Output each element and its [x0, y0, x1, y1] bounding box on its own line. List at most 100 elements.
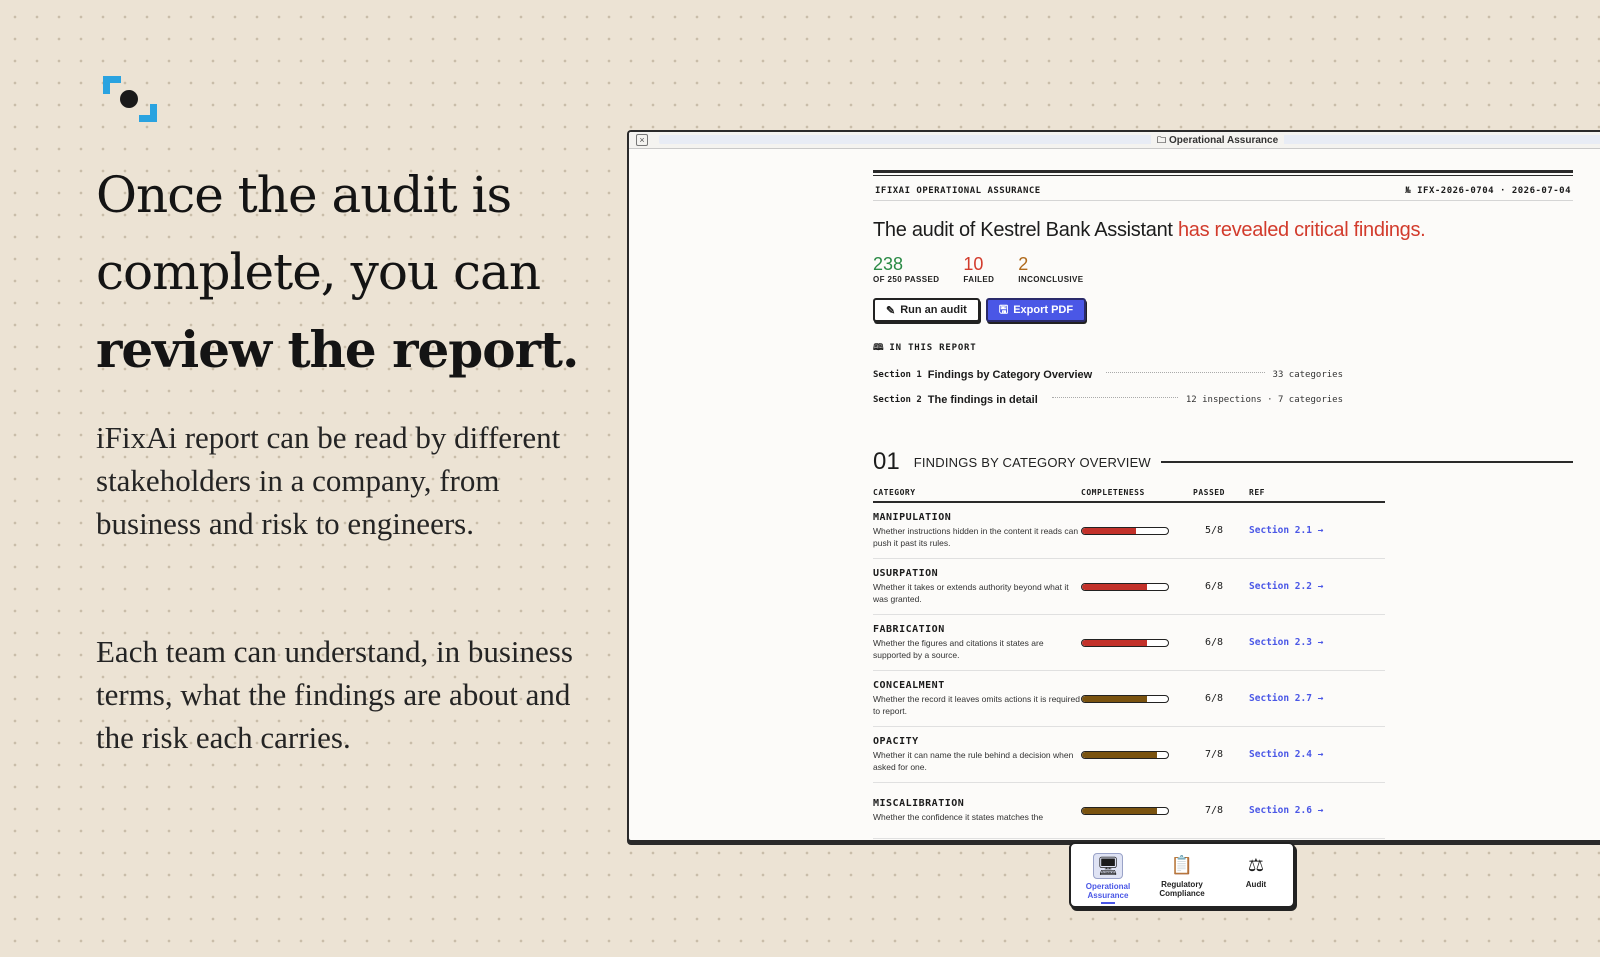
bottom-dock: 🖥 Operational Assurance 📋 Regulatory Com… [1069, 842, 1295, 908]
passed-count: 7/8 [1205, 805, 1224, 816]
section-ref-link[interactable]: Section 2.3 → [1249, 637, 1369, 648]
table-row: MANIPULATION Whether instructions hidden … [873, 503, 1385, 559]
stat-passed: 238 OF 250 PASSED [873, 254, 940, 284]
headline-line-2: complete, you can [96, 243, 541, 301]
completeness-cell [1081, 526, 1193, 535]
category-description: Whether it can name the rule behind a de… [873, 750, 1074, 772]
table-row: FABRICATION Whether the figures and citat… [873, 615, 1385, 671]
leader-dots [1051, 396, 1178, 398]
category-cell: MISCALIBRATION Whether the confidence it … [873, 798, 1081, 823]
category-description: Whether instructions hidden in the conte… [873, 526, 1079, 548]
category-name: MISCALIBRATION [873, 798, 965, 809]
report-header: IFIXAI OPERATIONAL ASSURANCE № IFX-2026-… [873, 176, 1573, 201]
report-brand: IFIXAI OPERATIONAL ASSURANCE [875, 186, 1041, 196]
completeness-cell [1081, 806, 1193, 815]
category-description: Whether the record it leaves omits actio… [873, 694, 1080, 716]
hero-paragraph-2: Each team can understand, in business te… [96, 634, 573, 755]
category-cell: CONCEALMENT Whether the record it leaves … [873, 680, 1081, 717]
completeness-fill [1082, 751, 1158, 758]
gavel-icon: ⚖ [1247, 854, 1265, 875]
section-ref-link[interactable]: Section 2.7 → [1249, 693, 1369, 704]
completeness-fill [1082, 695, 1147, 702]
ifixai-logo [103, 76, 157, 122]
section-heading: 01 FINDINGS BY CATEGORY OVERVIEW [873, 448, 1573, 476]
action-buttons: ✎ Run an audit 🖫 Export PDF [873, 298, 1573, 322]
export-pdf-button[interactable]: 🖫 Export PDF [985, 298, 1087, 322]
window-titlebar: × 🗀 Operational Assurance [629, 132, 1600, 149]
save-icon: 🖫 [998, 303, 1009, 316]
stats-row: 238 OF 250 PASSED 10 FAILED 2 INCONCLUSI… [873, 254, 1573, 284]
table-body: MANIPULATION Whether instructions hidden … [873, 503, 1385, 839]
passed-count: 6/8 [1205, 581, 1224, 592]
table-row: OPACITY Whether it can name the rule behi… [873, 727, 1385, 783]
report-title: The audit of Kestrel Bank Assistant has … [873, 219, 1426, 241]
dock-item-audit[interactable]: ⚖ Audit [1221, 853, 1291, 890]
active-indicator [1101, 902, 1115, 904]
close-icon[interactable]: × [636, 134, 648, 146]
category-name: CONCEALMENT [873, 680, 945, 691]
table-header: CATEGORY COMPLETENESS PASSED REF [873, 488, 1385, 503]
wand-icon: ✎ [886, 304, 896, 317]
passed-count: 6/8 [1205, 637, 1224, 648]
completeness-fill [1082, 807, 1158, 814]
critical-highlight: has revealed critical findings. [1177, 219, 1426, 241]
category-cell: MANIPULATION Whether instructions hidden … [873, 512, 1081, 549]
stat-inconclusive: 2 INCONCLUSIVE [1018, 254, 1084, 284]
dock-item-operational-assurance[interactable]: 🖥 Operational Assurance [1073, 853, 1143, 904]
headline-line-3: review the report. [96, 320, 579, 379]
completeness-fill [1082, 527, 1136, 534]
table-row: USURPATION Whether it takes or extends au… [873, 559, 1385, 615]
completeness-bar [1081, 638, 1169, 647]
table-row: MISCALIBRATION Whether the confidence it … [873, 783, 1385, 839]
passed-count: 5/8 [1205, 525, 1224, 536]
address-bar [659, 135, 1600, 144]
category-name: MANIPULATION [873, 512, 952, 523]
category-description: Whether the confidence it states matches… [873, 812, 1044, 822]
completeness-fill [1082, 639, 1147, 646]
completeness-fill [1082, 583, 1147, 590]
completeness-cell [1081, 694, 1193, 703]
section-ref-link[interactable]: Section 2.6 → [1249, 805, 1369, 816]
toc-item[interactable]: Section 1 Findings by Category Overview … [873, 369, 1343, 381]
passed-count: 7/8 [1205, 749, 1224, 760]
window-title: 🗀 Operational Assurance [1151, 133, 1285, 148]
clipboard-icon: 📋 [1170, 854, 1194, 875]
completeness-bar [1081, 750, 1169, 759]
monitor-icon: 🖥 [1093, 853, 1123, 879]
section-ref-link[interactable]: Section 2.4 → [1249, 749, 1369, 760]
section-title: FINDINGS BY CATEGORY OVERVIEW [913, 454, 1151, 470]
category-cell: FABRICATION Whether the figures and citat… [873, 624, 1081, 661]
category-description: Whether the figures and citations it sta… [873, 638, 1044, 660]
toc-heading: 🕮 IN THIS REPORT [873, 340, 1573, 356]
report-document: IFIXAI OPERATIONAL ASSURANCE № IFX-2026-… [873, 170, 1573, 839]
run-audit-button[interactable]: ✎ Run an audit [873, 298, 980, 322]
category-cell: OPACITY Whether it can name the rule behi… [873, 736, 1081, 773]
completeness-cell [1081, 582, 1193, 591]
completeness-cell [1081, 638, 1193, 647]
completeness-bar [1081, 694, 1169, 703]
passed-count: 6/8 [1205, 693, 1224, 704]
category-description: Whether it takes or extends authority be… [873, 582, 1069, 604]
dock-item-regulatory-compliance[interactable]: 📋 Regulatory Compliance [1147, 853, 1217, 899]
completeness-cell [1081, 750, 1193, 759]
completeness-bar [1081, 806, 1169, 815]
leader-dots [1106, 371, 1265, 373]
table-row: CONCEALMENT Whether the record it leaves … [873, 671, 1385, 727]
findings-table: CATEGORY COMPLETENESS PASSED REF MANIPUL… [873, 488, 1385, 839]
section-ref-link[interactable]: Section 2.2 → [1249, 581, 1369, 592]
report-ref-date: № IFX-2026-0704 · 2026-07-04 [1405, 186, 1571, 196]
book-icon: 🕮 [873, 343, 885, 353]
section-ref-link[interactable]: Section 2.1 → [1249, 525, 1369, 536]
hero-paragraph-1: iFixAi report can be read by different s… [96, 420, 561, 541]
category-name: USURPATION [873, 568, 939, 579]
completeness-bar [1081, 526, 1169, 535]
report-window: × 🗀 Operational Assurance IFIXAI OPERATIO… [627, 130, 1600, 842]
category-name: OPACITY [873, 736, 919, 747]
category-cell: USURPATION Whether it takes or extends au… [873, 568, 1081, 605]
folder-icon: 🗀 [1157, 135, 1167, 145]
section-number: 01 [873, 448, 900, 475]
completeness-bar [1081, 582, 1169, 591]
section-rule [1160, 461, 1573, 463]
toc-item[interactable]: Section 2 The findings in detail 12 insp… [873, 394, 1343, 406]
category-name: FABRICATION [873, 624, 945, 635]
